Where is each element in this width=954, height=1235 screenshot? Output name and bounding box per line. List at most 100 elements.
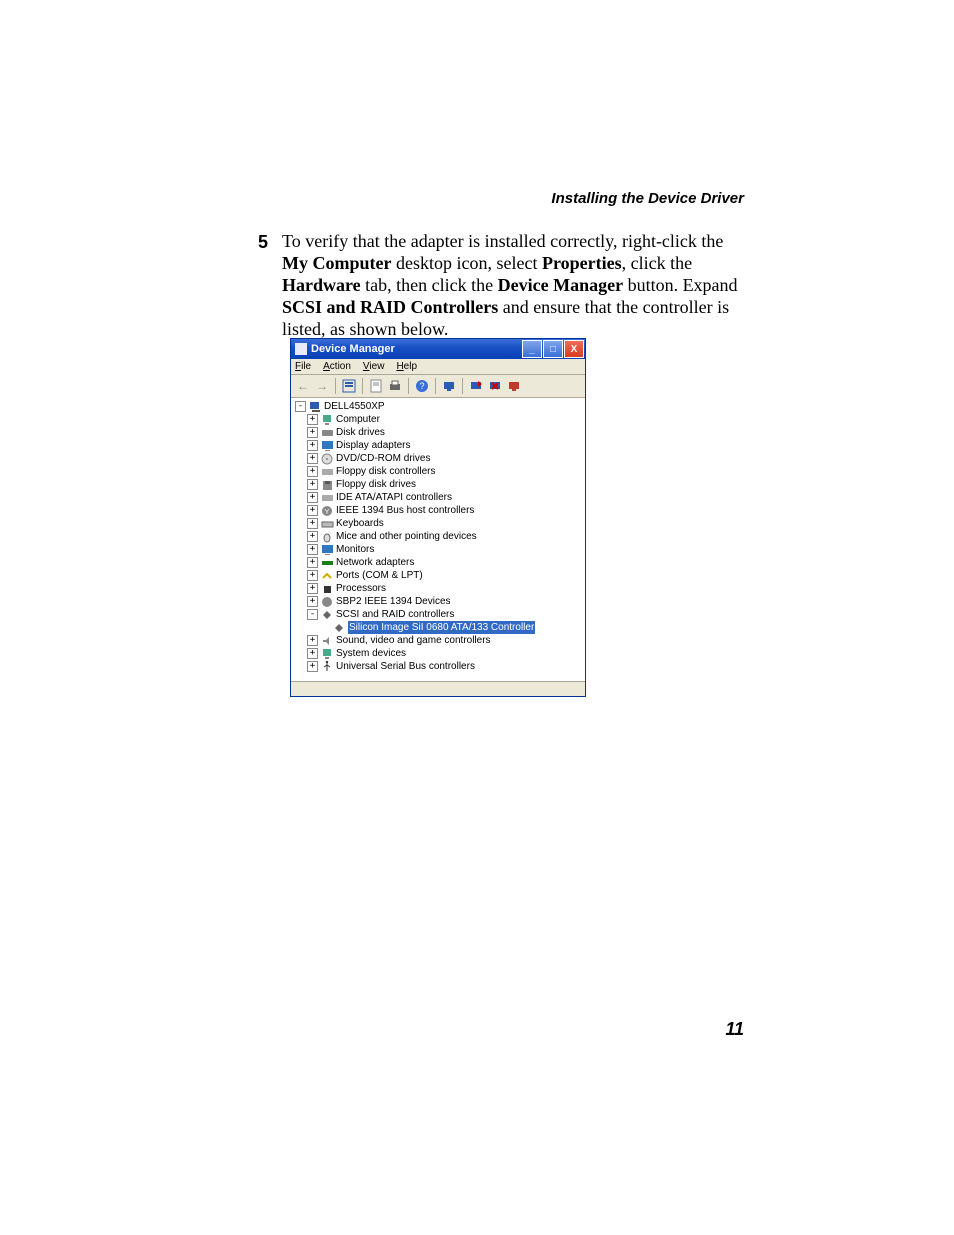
view-icon[interactable]	[341, 378, 357, 394]
uninstall-icon[interactable]	[487, 378, 503, 394]
minimize-button[interactable]: _	[522, 340, 542, 358]
root-label: DELL4550XP	[324, 400, 385, 413]
tree-node-keyboards[interactable]: + Keyboards	[295, 517, 581, 530]
tree-node-sound[interactable]: +Sound, video and game controllers	[295, 634, 581, 647]
collapse-icon[interactable]: -	[307, 609, 318, 620]
tree-node-disk[interactable]: + Disk drives	[295, 426, 581, 439]
tree-node-computer[interactable]: + Computer	[295, 413, 581, 426]
tree-node-system[interactable]: + System devices	[295, 647, 581, 660]
expand-icon[interactable]: +	[307, 453, 318, 464]
expand-icon[interactable]: +	[307, 661, 318, 672]
label: Universal Serial Bus controllers	[336, 660, 475, 673]
label: Disk drives	[336, 426, 385, 439]
ieee1394-icon: Y	[321, 505, 334, 517]
properties-icon[interactable]	[368, 378, 384, 394]
floppy-drive-icon	[321, 479, 334, 491]
expand-icon[interactable]: +	[307, 635, 318, 646]
processor-icon	[321, 583, 334, 595]
expand-icon[interactable]: +	[307, 557, 318, 568]
ide-icon	[321, 492, 334, 504]
titlebar[interactable]: Device Manager _ □ X	[291, 339, 585, 359]
expand-icon[interactable]: +	[307, 544, 318, 555]
expand-icon[interactable]: +	[307, 583, 318, 594]
back-button[interactable]: ←	[295, 378, 311, 394]
tree-node-monitors[interactable]: + Monitors	[295, 543, 581, 556]
ports-icon	[321, 570, 334, 582]
bold-hardware: Hardware	[282, 275, 361, 295]
expand-icon[interactable]: +	[307, 414, 318, 425]
expand-icon[interactable]: +	[307, 479, 318, 490]
tree-node-fdd[interactable]: + Floppy disk drives	[295, 478, 581, 491]
scsi-icon	[321, 609, 334, 621]
bold-device-manager: Device Manager	[498, 275, 623, 295]
menu-view[interactable]: View	[363, 361, 385, 372]
label: Processors	[336, 582, 386, 595]
bold-my-computer: My Computer	[282, 253, 391, 273]
tree-node-dvd[interactable]: + DVD/CD-ROM drives	[295, 452, 581, 465]
tree-node-fdc[interactable]: + Floppy disk controllers	[295, 465, 581, 478]
scan-icon[interactable]	[468, 378, 484, 394]
sound-icon	[321, 635, 334, 647]
tree-node-mice[interactable]: + Mice and other pointing devices	[295, 530, 581, 543]
print-icon[interactable]	[387, 378, 403, 394]
expand-icon[interactable]: +	[307, 531, 318, 542]
instruction-step: 5 To verify that the adapter is installe…	[250, 230, 750, 340]
label: Mice and other pointing devices	[336, 530, 477, 543]
selected-device-label: Silicon Image SiI 0680 ATA/133 Controlle…	[348, 621, 535, 634]
floppy-controller-icon	[321, 466, 334, 478]
expand-icon[interactable]: +	[307, 570, 318, 581]
tree-node-ieee[interactable]: +YIEEE 1394 Bus host controllers	[295, 504, 581, 517]
tree-node-scsi[interactable]: - SCSI and RAID controllers	[295, 608, 581, 621]
tree-node-ide[interactable]: +IDE ATA/ATAPI controllers	[295, 491, 581, 504]
expand-icon[interactable]: +	[307, 466, 318, 477]
tree-node-sbp2[interactable]: + SBP2 IEEE 1394 Devices	[295, 595, 581, 608]
help-icon[interactable]: ?	[414, 378, 430, 394]
label: Computer	[336, 413, 380, 426]
label: DVD/CD-ROM drives	[336, 452, 430, 465]
collapse-icon[interactable]: -	[295, 401, 306, 412]
menu-file[interactable]: File	[295, 361, 311, 372]
keyboard-icon	[321, 518, 334, 530]
menu-action[interactable]: Action	[323, 361, 351, 372]
expand-icon[interactable]: +	[307, 440, 318, 451]
device-tree: - DELL4550XP + Computer + Disk drives +Dis…	[291, 398, 585, 681]
expand-icon[interactable]: +	[307, 596, 318, 607]
label: System devices	[336, 647, 406, 660]
expand-icon[interactable]: +	[307, 492, 318, 503]
label: Monitors	[336, 543, 374, 556]
expand-icon[interactable]: +	[307, 427, 318, 438]
statusbar	[291, 681, 585, 696]
tree-node-ports[interactable]: +Ports (COM & LPT)	[295, 569, 581, 582]
step-body: To verify that the adapter is installed …	[282, 230, 750, 340]
expand-icon[interactable]: +	[307, 505, 318, 516]
device-icon[interactable]	[441, 378, 457, 394]
app-icon	[295, 343, 307, 355]
label: Keyboards	[336, 517, 384, 530]
tree-root[interactable]: - DELL4550XP	[295, 400, 581, 413]
label: SBP2 IEEE 1394 Devices	[336, 595, 451, 608]
sbp2-icon	[321, 596, 334, 608]
tree-node-sii-controller[interactable]: Silicon Image SiI 0680 ATA/133 Controlle…	[295, 621, 581, 634]
menu-help[interactable]: Help	[396, 361, 417, 372]
toolbar: ← → ?	[291, 375, 585, 398]
expand-icon[interactable]: +	[307, 648, 318, 659]
label: Floppy disk controllers	[336, 465, 435, 478]
text: tab, then click the	[361, 275, 498, 295]
step-number: 5	[250, 231, 268, 253]
label: SCSI and RAID controllers	[336, 608, 454, 621]
update-icon[interactable]	[506, 378, 522, 394]
display-icon	[321, 440, 334, 452]
usb-icon	[321, 661, 334, 673]
tree-node-network[interactable]: +Network adapters	[295, 556, 581, 569]
forward-button[interactable]: →	[314, 378, 330, 394]
network-icon	[321, 557, 334, 569]
computer-icon	[321, 414, 334, 426]
tree-node-processors[interactable]: + Processors	[295, 582, 581, 595]
label: Floppy disk drives	[336, 478, 416, 491]
expand-icon[interactable]: +	[307, 518, 318, 529]
maximize-button[interactable]: □	[543, 340, 563, 358]
close-button[interactable]: X	[564, 340, 584, 358]
system-icon	[321, 648, 334, 660]
tree-node-display[interactable]: +Display adapters	[295, 439, 581, 452]
tree-node-usb[interactable]: + Universal Serial Bus controllers	[295, 660, 581, 673]
